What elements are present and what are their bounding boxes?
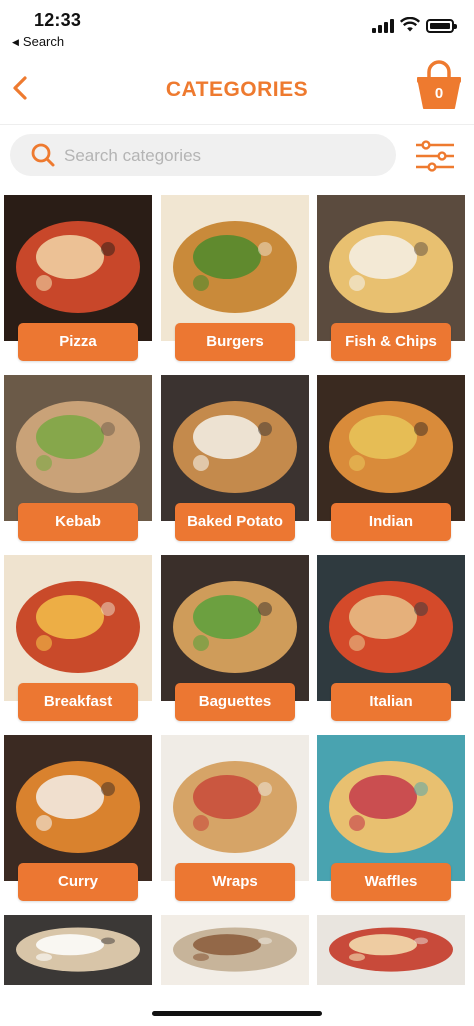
category-tile[interactable] (317, 195, 465, 341)
wifi-icon (400, 17, 420, 32)
category-tile[interactable] (317, 375, 465, 521)
category-tile[interactable] (4, 915, 152, 985)
category-label[interactable]: Baked Potato (175, 503, 295, 541)
category-photo (317, 375, 465, 521)
status-back-label: Search (22, 34, 65, 49)
cellular-signal-icon (372, 19, 394, 33)
back-triangle-icon: ◀ (12, 37, 19, 47)
filter-button[interactable] (414, 139, 456, 173)
category-tile[interactable] (317, 735, 465, 881)
category-photo (317, 915, 465, 985)
category-photo (161, 195, 309, 341)
category-label[interactable]: Indian (331, 503, 451, 541)
basket-count-badge: 0 (434, 85, 444, 102)
category-label[interactable]: Breakfast (18, 683, 138, 721)
category-tile[interactable] (161, 915, 309, 985)
home-indicator[interactable] (152, 1011, 322, 1016)
category-photo (317, 195, 465, 341)
search-placeholder: Search categories (64, 146, 202, 165)
category-label[interactable]: Curry (18, 863, 138, 901)
category-photo (317, 735, 465, 881)
category-photo (4, 195, 152, 341)
category-photo (4, 555, 152, 701)
category-label[interactable]: Baguettes (175, 683, 295, 721)
category-tile[interactable] (4, 555, 152, 701)
category-label[interactable]: Fish & Chips (331, 323, 451, 361)
search-input[interactable]: Search categories (10, 134, 396, 176)
category-label[interactable]: Italian (331, 683, 451, 721)
category-tile[interactable] (161, 735, 309, 881)
category-tile[interactable] (4, 195, 152, 341)
category-photo (161, 555, 309, 701)
category-label[interactable]: Pizza (18, 323, 138, 361)
category-photo (4, 915, 152, 985)
category-tile[interactable] (4, 735, 152, 881)
category-photo (161, 375, 309, 521)
category-tile[interactable] (161, 195, 309, 341)
category-label[interactable]: Waffles (331, 863, 451, 901)
status-time: 12:33 (34, 10, 82, 30)
category-label[interactable]: Wraps (175, 863, 295, 901)
category-tile[interactable] (161, 555, 309, 701)
category-tile[interactable] (161, 375, 309, 521)
header-divider (0, 124, 474, 125)
category-photo (4, 735, 152, 881)
category-photo (161, 915, 309, 985)
bottom-area (0, 985, 474, 1026)
page-title: CATEGORIES (165, 78, 309, 101)
search-icon (31, 143, 55, 167)
category-photo (317, 555, 465, 701)
battery-icon (426, 19, 457, 33)
filter-sliders-icon (416, 140, 454, 172)
category-tile[interactable] (317, 915, 465, 985)
header: CATEGORIES 0 (0, 56, 474, 122)
category-photo (4, 375, 152, 521)
category-label[interactable]: Kebab (18, 503, 138, 541)
status-bar: 12:33 ◀ Search (0, 0, 474, 56)
basket-button[interactable]: 0 (414, 60, 464, 112)
category-label[interactable]: Burgers (175, 323, 295, 361)
category-tile[interactable] (317, 555, 465, 701)
category-photo (161, 735, 309, 881)
status-back-to-app[interactable]: ◀ Search (12, 34, 64, 49)
category-grid: Pizza Burgers Fish & Chips Kebab Baked Potat… (4, 195, 468, 985)
category-tile[interactable] (4, 375, 152, 521)
